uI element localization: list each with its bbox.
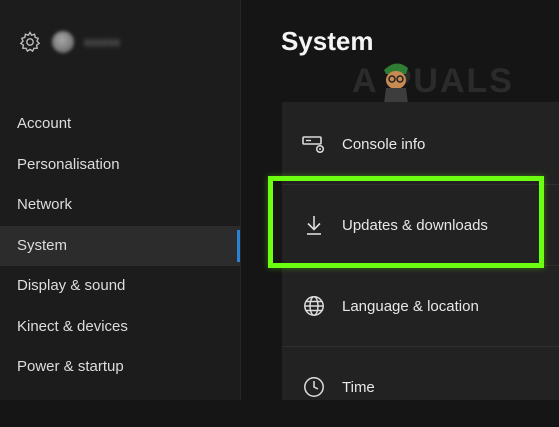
sidebar-item-system[interactable]: System [0,225,240,266]
left-panel: xxxxxx Account Personalisation Network S… [0,0,241,400]
gamertag: xxxxxx [84,35,120,49]
updates-downloads-label: Updates & downloads [342,216,488,234]
mascot-logo [384,63,408,104]
download-arrow-icon [301,212,327,238]
console-info-icon [301,131,327,157]
sidebar-item-account[interactable]: Account [0,104,240,145]
sidebar-menu: Account Personalisation Network System D… [0,104,240,388]
avatar[interactable] [52,31,74,53]
sidebar-item-display-sound[interactable]: Display & sound [0,266,240,307]
globe-icon [301,293,327,319]
language-location-label: Language & location [342,297,479,315]
watermark-text: A PUALS [352,62,514,100]
sidebar-item-power-startup[interactable]: Power & startup [0,347,240,388]
page-title: System [281,26,374,56]
time-label: Time [342,378,375,396]
profile-bar: xxxxxx [18,28,120,56]
console-info-option[interactable]: Console info [282,104,559,184]
sidebar-item-network[interactable]: Network [0,185,240,226]
system-options-list: Console info Updates & downloads Languag… [282,102,559,400]
time-option[interactable]: Time [282,347,559,427]
clock-icon [301,374,327,400]
settings-gear-icon [19,31,41,53]
updates-downloads-option[interactable]: Updates & downloads [282,185,559,265]
console-info-label: Console info [342,135,426,153]
sidebar-item-kinect-devices[interactable]: Kinect & devices [0,307,240,348]
language-location-option[interactable]: Language & location [282,266,559,346]
sidebar-item-personalisation[interactable]: Personalisation [0,145,240,186]
